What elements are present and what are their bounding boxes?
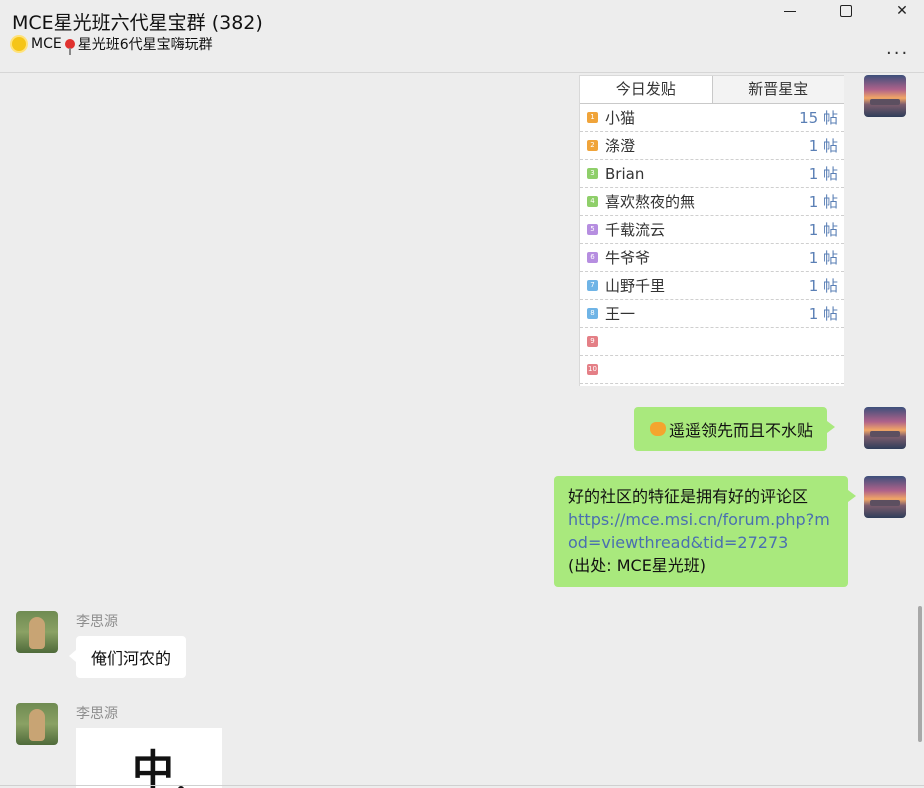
chat-scrollbar[interactable] (918, 606, 922, 742)
ranking-row: 6 牛爷爷 1 帖 (580, 244, 844, 272)
rank-number-icon: 2 (587, 140, 598, 151)
tab-new-members: 新晋星宝 (712, 76, 844, 103)
sender-name: 李思源 (76, 614, 118, 630)
rank-member-name: Brian (605, 164, 645, 183)
sender-avatar[interactable] (16, 611, 58, 653)
rank-member-name: 小猫 (605, 109, 636, 127)
cat-emoji-icon (650, 422, 666, 436)
self-avatar[interactable] (864, 407, 906, 449)
subtitle-suffix: 星光班6代星宝嗨玩群 (77, 37, 213, 53)
rank-post-count: 1 帖 (808, 221, 838, 239)
ranking-row: 4 喜欢熬夜的無 1 帖 (580, 188, 844, 216)
image-character: 中 (132, 746, 175, 788)
maximize-button[interactable] (826, 0, 866, 22)
sender-name: 李思源 (76, 706, 118, 722)
minimize-button[interactable] (770, 0, 810, 22)
message-bubble-self[interactable]: 遥遥领先而且不水贴 (634, 407, 836, 451)
rank-number-icon: 8 (587, 308, 598, 319)
ranking-row: 10 (580, 356, 844, 384)
rank-post-count: 1 帖 (808, 305, 838, 323)
ranking-row: 2 涤澄 1 帖 (580, 132, 844, 160)
message-text: 俺们河农的 (91, 649, 172, 668)
ranking-card-image[interactable]: 今日发贴 新晋星宝 1 小猫 15 帖 2 涤澄 1 帖 3 Brian 1 帖 4 喜欢熬夜的無 1… (579, 75, 844, 386)
rank-post-count: 1 帖 (808, 137, 838, 155)
message-source: (出处: MCE星光班) (568, 556, 707, 575)
close-button[interactable]: ✕ (882, 0, 922, 22)
minimize-icon (784, 10, 796, 12)
sender-avatar[interactable] (16, 703, 58, 745)
rank-member-name: 王一 (605, 305, 636, 323)
rank-number-icon: 1 (587, 112, 598, 123)
ranking-row: 8 王一 1 帖 (580, 300, 844, 328)
message-bubble-other[interactable]: 俺们河农的 (68, 636, 187, 678)
rank-number-icon: 4 (587, 196, 598, 207)
message-text: 好的社区的特征是拥有好的评论区 (568, 487, 809, 506)
rank-number-icon: 6 (587, 252, 598, 263)
rank-post-count: 15 帖 (799, 109, 838, 127)
pin-icon (64, 39, 75, 55)
ranking-row: 1 小猫 15 帖 (580, 104, 844, 132)
subtitle-prefix: MCE (31, 36, 62, 52)
rank-member-name: 喜欢熬夜的無 (605, 193, 696, 211)
ranking-list: 1 小猫 15 帖 2 涤澄 1 帖 3 Brian 1 帖 4 喜欢熬夜的無 1 帖 5 千载流云 1 帖… (580, 104, 844, 384)
image-message[interactable]: 中 (76, 728, 222, 788)
rank-member-name: 山野千里 (605, 277, 666, 295)
forum-link[interactable]: https://mce.msi.cn/forum.php?mod=viewthr… (568, 508, 834, 554)
rank-member-name: 牛爷爷 (605, 249, 651, 267)
more-options-button[interactable]: ... (886, 38, 909, 59)
ranking-row: 5 千载流云 1 帖 (580, 216, 844, 244)
close-icon: ✕ (896, 3, 908, 19)
ranking-row: 7 山野千里 1 帖 (580, 272, 844, 300)
chat-header: MCE星光班六代星宝群 (382) MCE 星光班6代星宝嗨玩群 ✕ ... (0, 0, 924, 73)
rank-member-name: 涤澄 (605, 137, 636, 155)
ranking-row: 3 Brian 1 帖 (580, 160, 844, 188)
rank-post-count: 1 帖 (808, 277, 838, 295)
rank-number-icon: 3 (587, 168, 598, 179)
rank-post-count: 1 帖 (808, 249, 838, 267)
self-avatar[interactable] (864, 75, 906, 117)
sun-icon (12, 37, 26, 51)
message-bubble-self-link[interactable]: 好的社区的特征是拥有好的评论区 https://mce.msi.cn/forum… (554, 476, 856, 587)
rank-member-name: 千载流云 (605, 221, 666, 239)
chat-title: MCE星光班六代星宝群 (382) (12, 12, 263, 34)
rank-number-icon: 7 (587, 280, 598, 291)
rank-post-count: 1 帖 (808, 165, 838, 183)
rank-number-icon: 10 (587, 364, 598, 375)
rank-post-count: 1 帖 (808, 193, 838, 211)
tab-today-posts: 今日发贴 (580, 76, 713, 103)
chat-subtitle: MCE 星光班6代星宝嗨玩群 (12, 34, 213, 55)
self-avatar[interactable] (864, 476, 906, 518)
input-divider (0, 785, 924, 786)
maximize-icon (840, 5, 852, 17)
rank-number-icon: 9 (587, 336, 598, 347)
ranking-tabs: 今日发贴 新晋星宝 (580, 76, 844, 104)
rank-number-icon: 5 (587, 224, 598, 235)
message-text: 遥遥领先而且不水贴 (669, 421, 814, 440)
ranking-row: 9 (580, 328, 844, 356)
